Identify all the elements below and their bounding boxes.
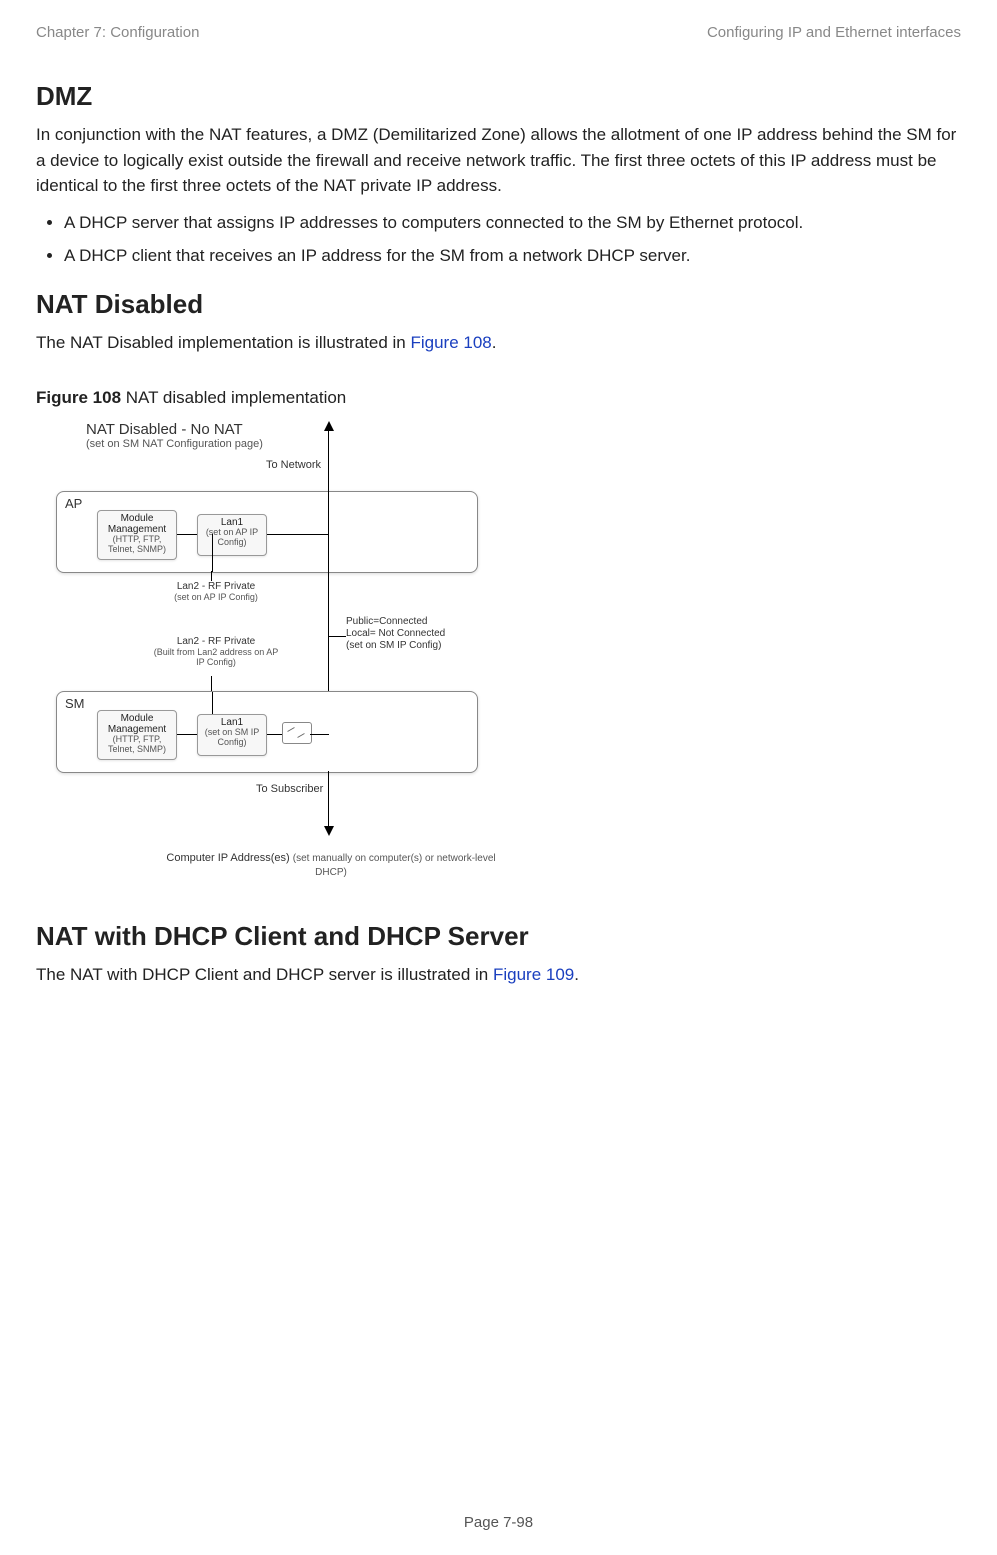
nat-disabled-heading: NAT Disabled <box>36 289 961 320</box>
nat-disabled-diagram: NAT Disabled - No NAT (set on SM NAT Con… <box>56 421 526 901</box>
lan2-top-sub: (set on AP IP Config) <box>166 593 266 603</box>
dmz-bullets: A DHCP server that assigns IP addresses … <box>36 209 961 269</box>
list-item: A DHCP client that receives an IP addres… <box>64 242 961 269</box>
module-mgmt-sub: (HTTP, FTP, Telnet, SNMP) <box>100 535 174 555</box>
diagram-title: NAT Disabled - No NAT <box>86 421 263 438</box>
module-mgmt-sub: (HTTP, FTP, Telnet, SNMP) <box>100 735 174 755</box>
diagram-subtitle: (set on SM NAT Configuration page) <box>86 438 263 450</box>
nat-dhcp-heading: NAT with DHCP Client and DHCP Server <box>36 921 961 952</box>
nat-disabled-body: The NAT Disabled implementation is illus… <box>36 330 961 356</box>
header-left: Chapter 7: Configuration <box>36 24 199 41</box>
arrow-down-icon <box>324 826 334 836</box>
sm-label: SM <box>65 696 85 711</box>
figure-109-link[interactable]: Figure 109 <box>493 965 574 984</box>
header-right: Configuring IP and Ethernet interfaces <box>707 24 961 41</box>
figure-caption: Figure 108 NAT disabled implementation <box>36 385 961 411</box>
arrow-line <box>328 491 329 716</box>
list-item: A DHCP server that assigns IP addresses … <box>64 209 961 236</box>
lan1-sm-sub: (set on SM IP Config) <box>200 728 264 748</box>
pub-conn-label: Public=Connected Local= Not Connected (s… <box>346 616 476 652</box>
arrow-up-icon <box>324 421 334 431</box>
ap-box: AP Module Management (HTTP, FTP, Telnet,… <box>56 491 478 573</box>
arrow-line <box>328 771 329 826</box>
page-footer: Page 7-98 <box>0 1514 997 1531</box>
ap-label: AP <box>65 496 82 511</box>
router-icon <box>282 722 312 744</box>
dmz-body: In conjunction with the NAT features, a … <box>36 122 961 199</box>
figure-108-link[interactable]: Figure 108 <box>410 333 491 352</box>
nat-dhcp-body: The NAT with DHCP Client and DHCP server… <box>36 962 961 988</box>
sm-box: SM Module Management (HTTP, FTP, Telnet,… <box>56 691 478 773</box>
module-mgmt-label: Module Management <box>100 713 174 735</box>
to-network-label: To Network <box>266 459 321 471</box>
dmz-heading: DMZ <box>36 81 961 112</box>
lan2-bottom-sub: (Built from Lan2 address on AP IP Config… <box>151 648 281 668</box>
lan1-ap-sub: (set on AP IP Config) <box>200 528 264 548</box>
computer-ip-label: Computer IP Address(es) (set manually on… <box>166 851 496 880</box>
module-mgmt-label: Module Management <box>100 513 174 535</box>
arrow-line <box>328 429 329 491</box>
to-subscriber-label: To Subscriber <box>256 783 323 795</box>
